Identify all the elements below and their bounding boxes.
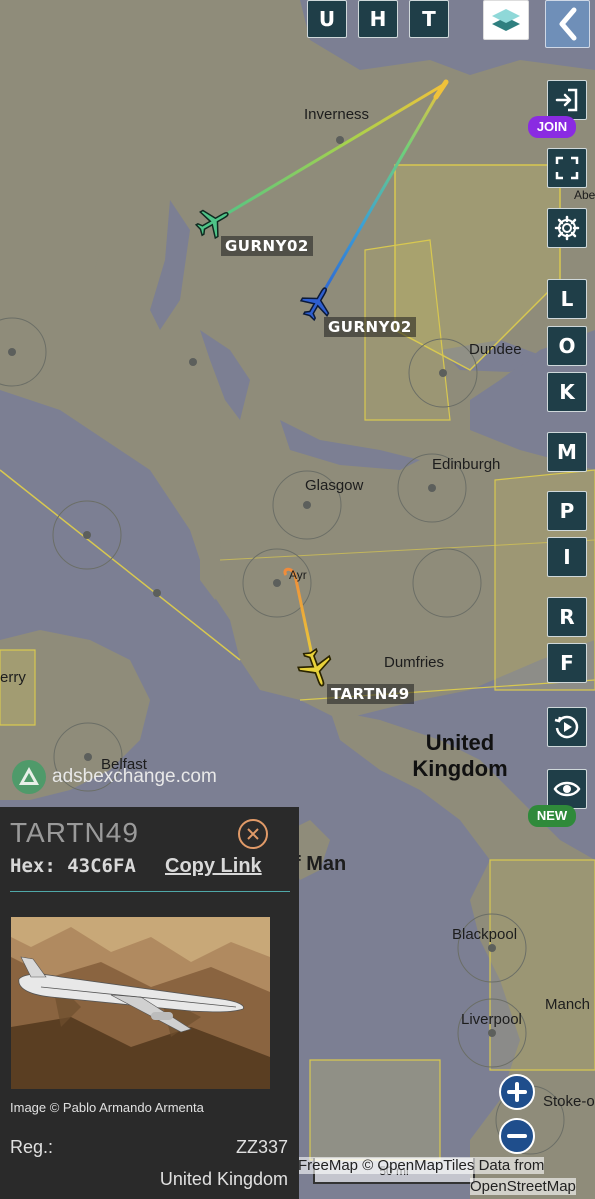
place-label: f Man (294, 853, 347, 875)
replay-icon (554, 715, 579, 739)
layers-icon (492, 9, 520, 31)
close-button[interactable] (238, 819, 268, 849)
aircraft-info-panel: TARTN49 Hex: 43C6FA Copy Link Image © Pa… (0, 807, 299, 1199)
collapse-button[interactable] (545, 0, 590, 48)
toggle-m-button[interactable]: M (547, 432, 587, 472)
adsbx-logo-icon (12, 760, 46, 794)
place-label: Dumfries (384, 654, 445, 671)
toggle-t-button[interactable]: T (409, 0, 449, 38)
place-label: Manch (545, 996, 591, 1013)
place-label: Blackpool (452, 926, 518, 943)
toggle-f-button[interactable]: F (547, 643, 587, 683)
toggle-h-button[interactable]: H (358, 0, 398, 38)
new-badge: NEW (528, 805, 576, 827)
place-label: Inverness (304, 106, 370, 123)
hex-value: 43C6FA (67, 855, 136, 877)
zoom-out-button[interactable] (499, 1118, 535, 1154)
country-value: United Kingdom (159, 1169, 288, 1189)
chevron-left-icon (559, 7, 576, 41)
hex-label: Hex: (10, 855, 56, 877)
layers-button[interactable] (483, 0, 529, 40)
aircraft-callsign-label[interactable]: GURNY02 (324, 317, 416, 337)
aircraft-callsign-label[interactable]: TARTN49 (327, 684, 414, 704)
toggle-l-button[interactable]: L (547, 279, 587, 319)
toggle-u-button[interactable]: U (307, 0, 347, 38)
place-label: Abe (574, 188, 595, 202)
place-label: Ayr (289, 568, 307, 582)
panel-callsign: TARTN49 (10, 817, 139, 848)
map-attribution[interactable]: FreeMap © OpenMapTiles Data from (298, 1157, 545, 1174)
place-label: Liverpool (461, 1011, 522, 1028)
toggle-r-button[interactable]: R (547, 597, 587, 637)
zoom-in-button[interactable] (499, 1074, 535, 1110)
replay-button[interactable] (547, 707, 587, 747)
toggle-o-button[interactable]: O (547, 326, 587, 366)
fullscreen-icon (555, 156, 579, 180)
watermark: adsbexchange.com (12, 760, 217, 794)
toggle-i-button[interactable]: I (547, 537, 587, 577)
map-attribution-source[interactable]: OpenStreetMap (470, 1178, 576, 1195)
eye-icon (553, 781, 581, 797)
join-badge[interactable]: JOIN (528, 116, 576, 138)
settings-button[interactable] (547, 208, 587, 248)
aircraft-photo[interactable] (11, 917, 270, 1089)
photo-credit: Image © Pablo Armando Armenta (10, 1100, 204, 1115)
place-label: Stoke-o (543, 1093, 595, 1110)
place-label: erry (0, 669, 26, 686)
copy-link[interactable]: Copy Link (165, 855, 262, 878)
fullscreen-button[interactable] (547, 148, 587, 188)
toggle-k-button[interactable]: K (547, 372, 587, 412)
visibility-button[interactable] (547, 769, 587, 809)
hex-row: Hex: 43C6FA (10, 855, 136, 877)
reg-label: Reg.: (10, 1137, 54, 1157)
login-icon (555, 88, 578, 112)
join-button[interactable] (547, 80, 587, 120)
place-label: Dundee (469, 341, 522, 358)
toggle-p-button[interactable]: P (547, 491, 587, 531)
reg-value: ZZ337 (235, 1137, 288, 1157)
place-label: Edinburgh (432, 456, 501, 473)
plus-icon (507, 1082, 527, 1102)
aircraft-callsign-label[interactable]: GURNY02 (221, 236, 313, 256)
close-icon (247, 828, 259, 840)
place-label: Glasgow (305, 477, 364, 494)
country-label: United Kingdom (412, 730, 508, 781)
watermark-text: adsbexchange.com (52, 766, 217, 787)
divider (10, 891, 290, 892)
minus-icon (507, 1134, 527, 1138)
gear-icon (554, 215, 580, 241)
